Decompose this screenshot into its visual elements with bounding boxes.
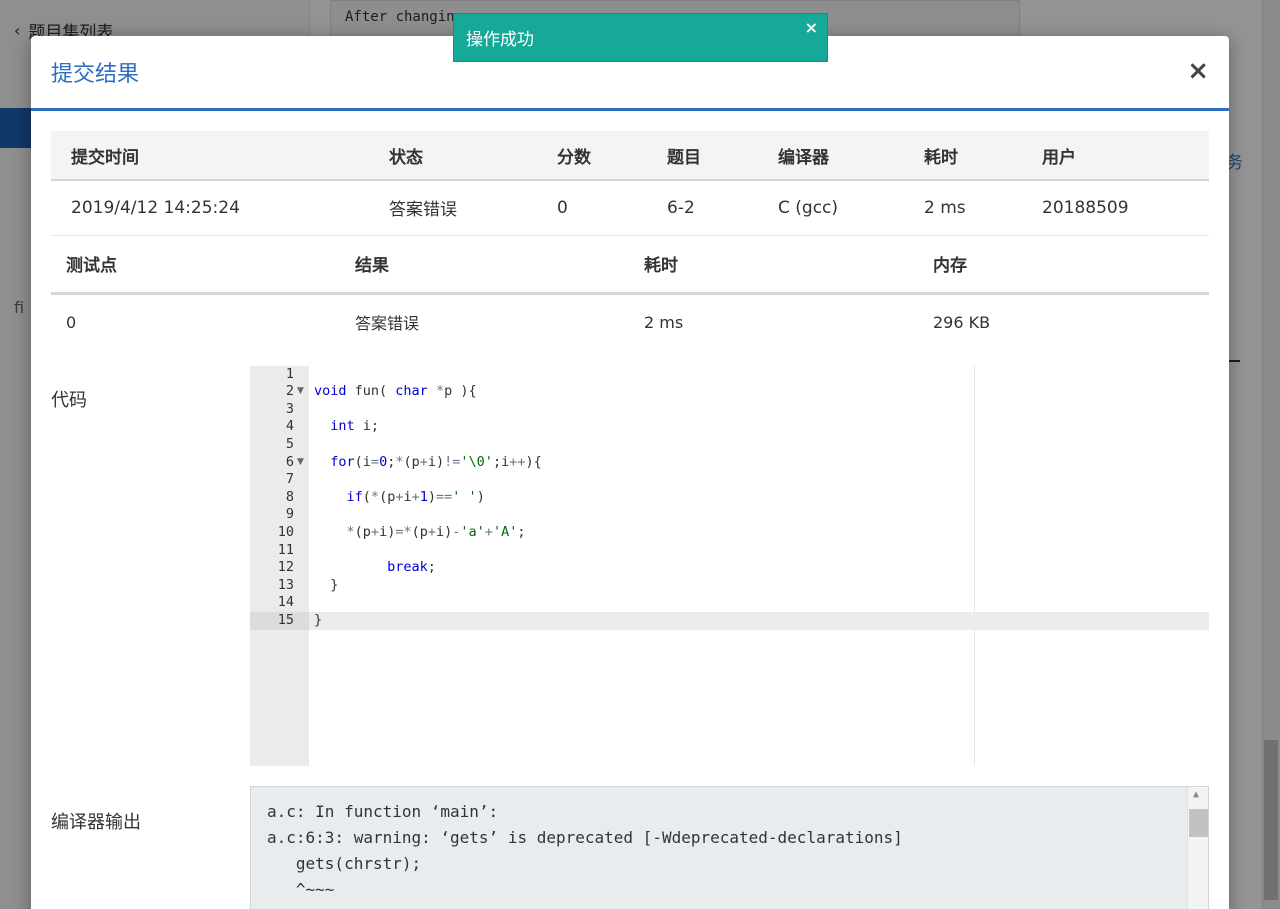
case-result: 答案错误: [355, 314, 420, 334]
compiler-value: C (gcc): [758, 180, 904, 236]
modal-title: 提交结果: [51, 62, 140, 87]
score-value: 0: [537, 180, 647, 236]
column-header: 编译器: [758, 131, 904, 181]
table-row: 2019/4/12 14:25:24 答案错误 0 6-2 C (gcc) 2 …: [51, 180, 1209, 236]
line-number: 10: [277, 523, 294, 540]
code-line: }: [314, 576, 339, 593]
line-number: 3: [285, 400, 294, 417]
user-value: 20188509: [1022, 180, 1209, 236]
case-memory: 296 KB: [933, 312, 991, 332]
close-icon[interactable]: ×: [805, 18, 818, 37]
line-number: 12: [277, 559, 294, 576]
code-line: *(p+i)=*(p+i)-'a'+'A';: [346, 523, 526, 540]
output-line: ^~~~: [267, 879, 335, 899]
submission-result-modal: 提交结果 × 提交时间 状态 分数 题目 编译器 耗时 用户 2019/4/12…: [31, 36, 1229, 909]
line-number: 15: [277, 611, 294, 628]
submission-table: 提交时间 状态 分数 题目 编译器 耗时 用户 2019/4/12 14:25:…: [51, 131, 1209, 236]
code-line: }: [314, 611, 323, 628]
code-label: 代码: [51, 389, 87, 411]
column-header: 结果: [340, 235, 629, 295]
line-number: 2: [285, 383, 294, 400]
line-number: 6: [285, 453, 294, 470]
code-line: int i;: [330, 418, 380, 435]
compiler-output-box[interactable]: a.c: In function ‘main’: a.c:6:3: warnin…: [250, 785, 1209, 909]
column-header: 提交时间: [51, 131, 369, 181]
code-line: void fun( char *p ){: [314, 383, 477, 400]
code-line: break;: [387, 559, 436, 576]
table-row: 0 答案错误 2 ms 296 KB: [51, 294, 1209, 350]
compiler-output-label: 编译器输出: [51, 811, 141, 833]
toast-message: 操作成功: [466, 30, 534, 50]
column-header: 状态: [369, 131, 537, 181]
column-header: 用户: [1022, 131, 1209, 181]
line-number: 9: [285, 506, 294, 523]
line-number: 8: [285, 488, 294, 505]
fold-arrow-icon[interactable]: ▼: [297, 454, 304, 472]
status-badge: 答案错误: [369, 180, 537, 236]
code-section: 代码 1 2 ▼ 3 4 5 6 ▼ 7 8 9 10 11 12 13 14 …: [51, 365, 1209, 786]
line-number: 7: [285, 471, 294, 488]
column-header: 耗时: [629, 235, 918, 295]
scroll-up-icon[interactable]: ▲: [1193, 789, 1199, 800]
test-case-table-header: 测试点 结果 耗时 内存: [51, 235, 1209, 295]
output-line: a.c: In function ‘main’:: [267, 801, 499, 821]
line-number: 11: [277, 541, 294, 558]
compiler-output-section: 编译器输出 a.c: In function ‘main’: a.c:6:3: …: [51, 785, 1209, 909]
column-header: 题目: [647, 131, 758, 181]
output-scrollbar[interactable]: ▲: [1187, 786, 1208, 909]
line-number: 1: [285, 365, 294, 382]
duration-value: 2 ms: [904, 180, 1022, 236]
column-header: 测试点: [51, 235, 340, 295]
submission-time: 2019/4/12 14:25:24: [51, 180, 369, 236]
print-margin: [974, 365, 975, 766]
close-icon[interactable]: ×: [1187, 58, 1209, 84]
case-id: 0: [66, 312, 77, 332]
output-line: a.c:6:3: warning: ‘gets’ is deprecated […: [267, 827, 903, 847]
submission-table-header: 提交时间 状态 分数 题目 编译器 耗时 用户: [51, 131, 1209, 181]
line-number: 14: [277, 594, 294, 611]
fold-arrow-icon[interactable]: ▼: [297, 383, 304, 401]
code-line: for(i=0;*(p+i)!='\0';i++){: [330, 453, 542, 470]
output-scrollbar-thumb[interactable]: [1189, 808, 1208, 837]
active-line-highlight: [250, 611, 1209, 630]
case-duration: 2 ms: [644, 312, 684, 332]
code-editor[interactable]: 1 2 ▼ 3 4 5 6 ▼ 7 8 9 10 11 12 13 14 15 …: [250, 365, 1209, 766]
modal-body: 提交时间 状态 分数 题目 编译器 耗时 用户 2019/4/12 14:25:…: [31, 111, 1229, 909]
column-header: 内存: [918, 235, 1209, 295]
success-toast: 操作成功 ×: [453, 13, 828, 62]
output-line: gets(chrstr);: [267, 853, 422, 873]
test-case-table: 测试点 结果 耗时 内存 0 答案错误 2 ms 296 KB: [51, 235, 1209, 350]
line-number: 5: [285, 435, 294, 452]
problem-link[interactable]: 6-2: [647, 180, 758, 236]
column-header: 分数: [537, 131, 647, 181]
line-number: 4: [285, 418, 294, 435]
line-number: 13: [277, 576, 294, 593]
column-header: 耗时: [904, 131, 1022, 181]
code-line: if(*(p+i+1)==' '): [346, 488, 485, 505]
